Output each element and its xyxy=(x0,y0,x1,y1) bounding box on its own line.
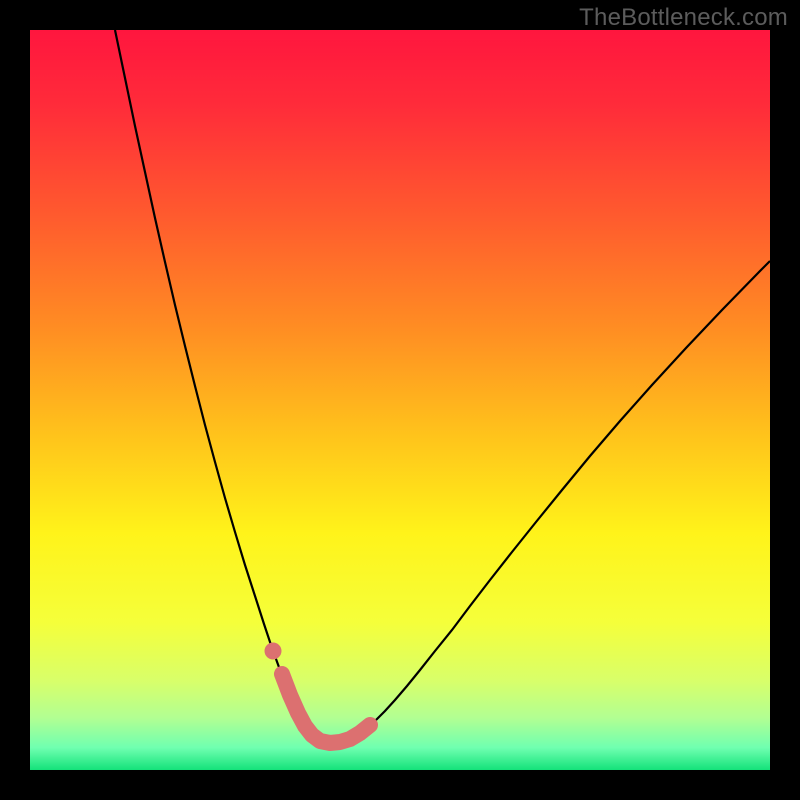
plot-area xyxy=(30,30,770,770)
marker-layer xyxy=(265,643,282,660)
gradient-background xyxy=(30,30,770,770)
bottleneck-chart xyxy=(30,30,770,770)
watermark-text: TheBottleneck.com xyxy=(579,4,788,32)
highlight-dot xyxy=(265,643,282,660)
chart-frame: TheBottleneck.com xyxy=(0,0,800,800)
